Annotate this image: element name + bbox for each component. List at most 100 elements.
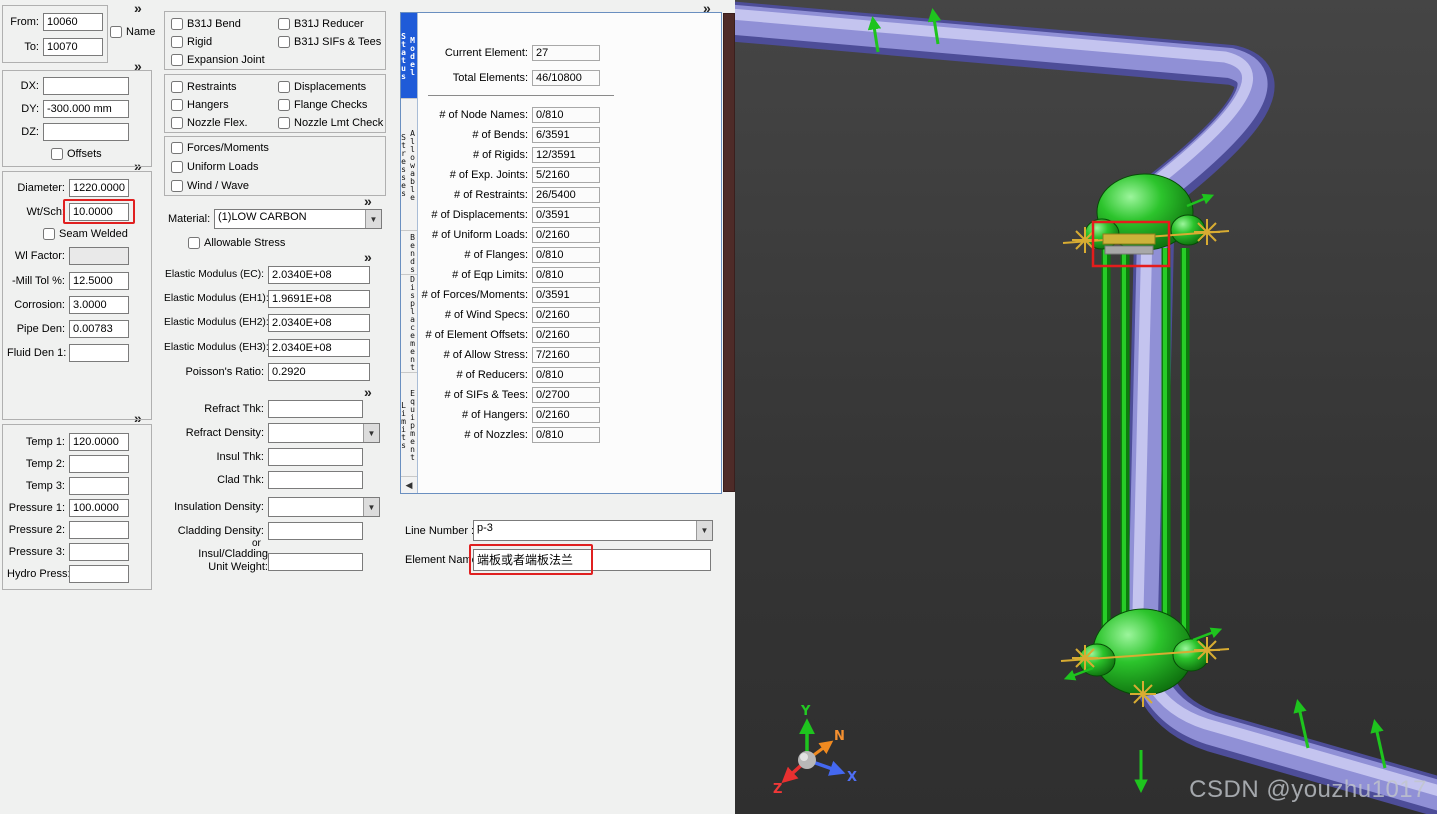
corrosion-input[interactable]	[69, 295, 129, 314]
cladding-density-input[interactable]	[268, 521, 363, 540]
tab-collapse-arrow-icon[interactable]: ◀	[401, 477, 417, 493]
status-row-label: # of Reducers:	[456, 369, 528, 381]
fluid-den-input[interactable]	[69, 343, 129, 362]
separator	[428, 95, 614, 96]
refract-thk-input[interactable]	[268, 399, 363, 418]
seam-welded-checkbox-row: Seam Welded	[43, 227, 128, 241]
status-row: # of Forces/Moments: 0/3591	[418, 285, 721, 305]
tab-displacements[interactable]: Displacements	[401, 275, 417, 373]
hangers-checkbox[interactable]	[171, 99, 183, 111]
wtsch-input[interactable]	[69, 202, 129, 221]
total-elements-value: 46/10800	[532, 70, 600, 86]
viewport-3d[interactable]: Y X Z N CSDN @youzhu1017	[735, 0, 1437, 814]
wl-factor-input[interactable]	[69, 246, 129, 265]
restraints-checkbox[interactable]	[171, 81, 183, 93]
pipe-section-group: Diameter: Wt/Sch: Seam Welded Wl Factor:…	[2, 171, 152, 420]
tab-equipment-limits[interactable]: Equipment Limits	[401, 373, 417, 477]
allowable-stress-label: Allowable Stress	[204, 237, 286, 249]
line-number-label: Line Number :	[405, 524, 475, 537]
tab-model-status[interactable]: Model Status	[401, 13, 417, 99]
insul-cladding-unit-weight-label: Insul/Cladding Unit Weight:	[164, 548, 268, 574]
name-checkbox-row: Name	[110, 25, 155, 39]
tab-bends[interactable]: Bends	[401, 231, 417, 275]
poisson-ratio-input[interactable]	[268, 362, 370, 381]
material-select[interactable]: (1)LOW CARBON ▼	[214, 209, 382, 229]
elastic-eh2-input[interactable]	[268, 313, 370, 332]
hangers-label: Hangers	[187, 99, 229, 111]
uniform-loads-checkbox[interactable]	[171, 161, 183, 173]
expand-chevron-icon[interactable]: »	[134, 1, 142, 15]
to-input[interactable]	[43, 37, 103, 56]
element-name-input[interactable]	[473, 548, 711, 571]
status-row-value: 0/810	[532, 367, 600, 383]
seam-welded-checkbox[interactable]	[43, 228, 55, 240]
nozzle-flex-checkbox[interactable]	[171, 117, 183, 129]
expansion-joint-checkbox[interactable]	[171, 54, 183, 66]
b31j-sifs-tees-checkbox[interactable]	[278, 36, 290, 48]
offsets-checkbox[interactable]	[51, 148, 63, 160]
dy-input[interactable]	[43, 99, 129, 118]
hydro-press-input[interactable]	[69, 564, 129, 583]
status-row-value: 0/2700	[532, 387, 600, 403]
refract-density-select[interactable]: ▼	[268, 423, 380, 443]
dz-input[interactable]	[43, 122, 129, 141]
temp3-input[interactable]	[69, 476, 129, 495]
pressure3-input[interactable]	[69, 542, 129, 561]
line-number-select[interactable]: p-3 ▼	[473, 520, 713, 541]
uniform-loads-label: Uniform Loads	[187, 161, 259, 173]
selected-element[interactable]	[1102, 233, 1156, 255]
status-row-label: # of Allow Stress:	[443, 349, 528, 361]
rigid-checkbox[interactable]	[171, 36, 183, 48]
status-row-label: # of Element Offsets:	[425, 329, 528, 341]
pipe-den-input[interactable]	[69, 319, 129, 338]
elastic-ec-label: Elastic Modulus (EC):	[165, 269, 264, 280]
docked-panel-edge[interactable]	[723, 13, 735, 492]
to-label: To:	[24, 40, 39, 53]
pressure1-input[interactable]	[69, 498, 129, 517]
from-input[interactable]	[43, 12, 103, 31]
insul-cladding-label-line1: Insul/Cladding	[198, 548, 268, 560]
status-row: # of Exp. Joints: 5/2160	[418, 165, 721, 185]
expand-chevron-icon[interactable]: »	[364, 194, 372, 208]
b31j-reducer-checkbox[interactable]	[278, 18, 290, 30]
temp1-input[interactable]	[69, 432, 129, 451]
allowable-stress-checkbox[interactable]	[188, 237, 200, 249]
flange-checks-checkbox[interactable]	[278, 99, 290, 111]
temp2-input[interactable]	[69, 454, 129, 473]
insul-thk-label: Insul Thk:	[216, 450, 265, 463]
nozzle-lmt-check-checkbox[interactable]	[278, 117, 290, 129]
insul-thk-input[interactable]	[268, 447, 363, 466]
elastic-eh1-input[interactable]	[268, 289, 370, 308]
wind-wave-checkbox[interactable]	[171, 180, 183, 192]
status-row-label: # of Exp. Joints:	[449, 169, 528, 181]
b31j-bend-checkbox[interactable]	[171, 18, 183, 30]
wtsch-label: Wt/Sch:	[26, 205, 65, 218]
diameter-input[interactable]	[69, 178, 129, 197]
insulation-density-select[interactable]: ▼	[268, 497, 380, 517]
status-row-value: 0/810	[532, 427, 600, 443]
pressure2-input[interactable]	[69, 520, 129, 539]
expand-chevron-icon[interactable]: »	[364, 385, 372, 399]
piping-input-panel: » » » » » » » » From: To: Name DX:	[0, 0, 735, 814]
clad-thk-input[interactable]	[268, 470, 363, 489]
dx-input[interactable]	[43, 76, 129, 95]
status-row-value: 0/2160	[532, 307, 600, 323]
elastic-eh1-label: Elastic Modulus (EH1):	[164, 293, 269, 304]
name-checkbox[interactable]	[110, 26, 122, 38]
poisson-ratio-label: Poisson's Ratio:	[185, 365, 264, 378]
elastic-eh3-input[interactable]	[268, 338, 370, 357]
expand-chevron-icon[interactable]: »	[364, 250, 372, 264]
tab-allowable-stresses[interactable]: Allowable Stresses	[401, 99, 417, 231]
displacements-checkbox[interactable]	[278, 81, 290, 93]
status-row: # of Hangers: 0/2160	[418, 405, 721, 425]
insul-cladding-unit-weight-input[interactable]	[268, 553, 363, 571]
status-row-value: 0/810	[532, 267, 600, 283]
elastic-ec-input[interactable]	[268, 265, 370, 284]
status-row: # of SIFs & Tees: 0/2700	[418, 385, 721, 405]
forces-moments-checkbox[interactable]	[171, 142, 183, 154]
total-elements-row: Total Elements: 46/10800	[418, 68, 721, 88]
status-row-label: # of Node Names:	[439, 109, 528, 121]
wind-wave-label: Wind / Wave	[187, 180, 249, 192]
dropdown-arrow-icon: ▼	[365, 210, 381, 228]
mill-tol-input[interactable]	[69, 271, 129, 290]
